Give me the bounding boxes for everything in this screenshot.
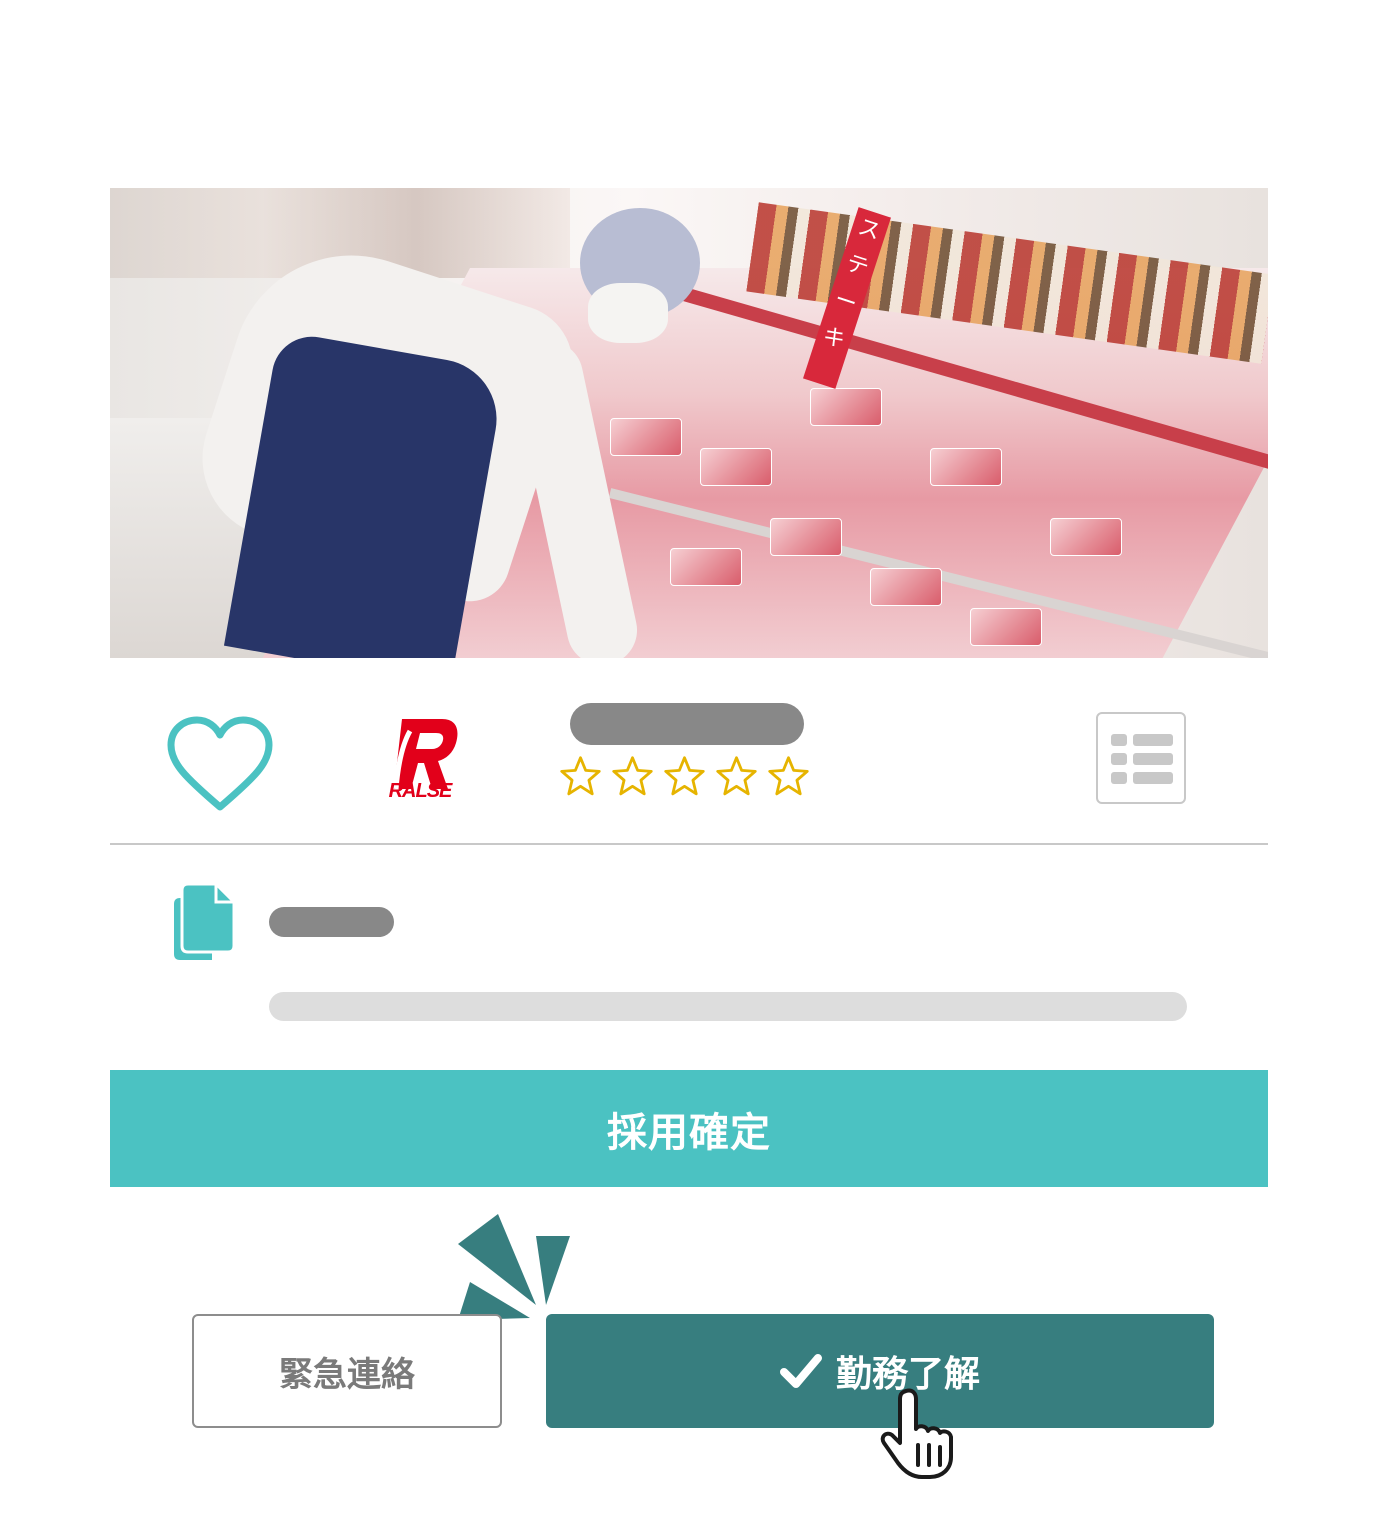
divider [110, 843, 1268, 845]
emergency-contact-button[interactable]: 緊急連絡 [192, 1314, 502, 1428]
star-icon [560, 756, 601, 796]
rating-stars [558, 754, 811, 799]
meat-pack [970, 608, 1042, 646]
list-bullet [1111, 772, 1127, 784]
document-title-placeholder [269, 907, 394, 937]
hand-pointer-icon [880, 1388, 953, 1479]
meat-pack [770, 518, 842, 556]
star-icon [716, 756, 757, 796]
check-icon [779, 1354, 822, 1388]
star-icon [612, 756, 653, 796]
list-icon[interactable] [1096, 712, 1186, 804]
heart-icon[interactable] [165, 715, 275, 815]
attention-burst-icon [458, 1214, 570, 1320]
document-icon [174, 882, 236, 960]
worker-mask [588, 283, 668, 343]
meat-pack [670, 548, 742, 586]
company-name-placeholder [570, 703, 804, 745]
list-line [1133, 753, 1173, 765]
list-bullet [1111, 734, 1127, 746]
star-icon [664, 756, 705, 796]
list-line [1133, 734, 1173, 746]
document-description-placeholder [269, 992, 1187, 1021]
meat-pack [930, 448, 1002, 486]
list-bullet [1111, 753, 1127, 765]
meat-pack [700, 448, 772, 486]
meat-pack [1050, 518, 1122, 556]
company-logo-text: RALSE [388, 780, 453, 802]
meat-pack [870, 568, 942, 606]
confirm-hire-button[interactable]: 採用確定 [110, 1070, 1268, 1187]
hero-photo: ステーキ [110, 188, 1268, 658]
meat-pack [810, 388, 882, 426]
star-icon [768, 756, 809, 796]
list-line [1133, 772, 1173, 784]
meat-pack [610, 418, 682, 456]
